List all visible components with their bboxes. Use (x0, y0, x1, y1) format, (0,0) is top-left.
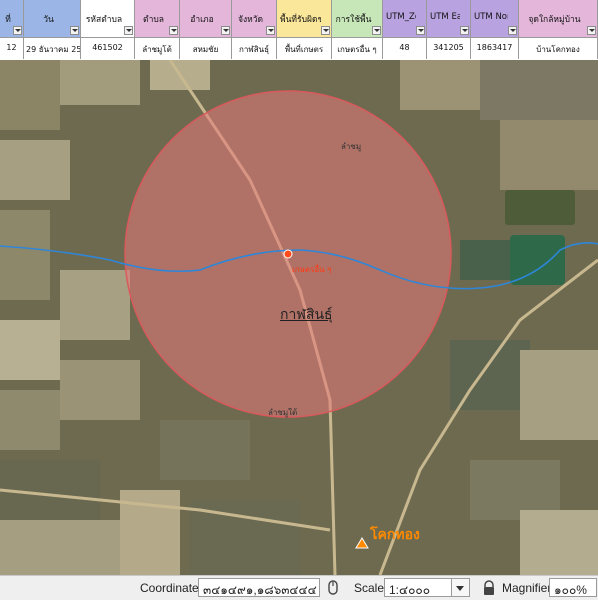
table-cell[interactable]: บ้านโคกทอง (519, 38, 598, 59)
village-label: โคกทอง (370, 527, 420, 543)
filter-dropdown-icon[interactable] (124, 26, 133, 35)
table-row[interactable]: 12 29 ธันวาคม 2568 461502 ลำชมูโต้ สหมชั… (0, 38, 598, 59)
header-cell[interactable]: UTM_Zone (383, 0, 427, 38)
filter-dropdown-icon[interactable] (169, 26, 178, 35)
header-label: จังหวัด (237, 15, 264, 25)
map-canvas[interactable]: เกษตรอื่น ๆ กาฬสินธุ์ ลำชมู ลำชมูใต้ โคก… (0, 60, 598, 575)
lock-icon[interactable] (481, 580, 497, 596)
filter-dropdown-icon[interactable] (321, 26, 330, 35)
cell-value: 48 (399, 43, 410, 52)
header-cell[interactable]: ที่ (0, 0, 24, 38)
header-label: รหัสตำบล (85, 15, 123, 25)
cell-value: สหมชัย (192, 45, 219, 54)
header-label: UTM East (430, 12, 460, 22)
cell-value: พื้นที่เกษตร (284, 45, 324, 54)
header-cell[interactable]: ตำบล (135, 0, 180, 38)
header-cell[interactable]: พื้นที่รับผิดชอบ (277, 0, 332, 38)
filter-dropdown-icon[interactable] (266, 26, 275, 35)
filter-dropdown-icon[interactable] (70, 26, 79, 35)
filter-dropdown-icon[interactable] (508, 26, 517, 35)
filter-dropdown-icon[interactable] (460, 26, 469, 35)
filter-dropdown-icon[interactable] (13, 26, 22, 35)
header-label: UTM North (474, 12, 508, 22)
table-cell[interactable]: เกษตรอื่น ๆ (332, 38, 383, 59)
cell-value: เกษตรอื่น ๆ (337, 45, 377, 54)
pond (510, 235, 565, 285)
header-cell[interactable]: UTM North (471, 0, 519, 38)
table-cell[interactable]: 29 ธันวาคม 2568 (24, 38, 81, 59)
province-label: กาฬสินธุ์ (280, 307, 333, 323)
header-label: วัน (43, 15, 54, 25)
mouse-icon[interactable] (325, 580, 341, 596)
filter-dropdown-icon[interactable] (416, 26, 425, 35)
table-cell[interactable]: พื้นที่เกษตร (277, 38, 332, 59)
coordinate-field[interactable]: ๓๔๑๔๙๑,๑๘๖๓๔๔๔ (198, 578, 320, 597)
header-label: การใช้พื้น (335, 15, 372, 25)
header-label: จุดใกล้หมู่บ้าน (528, 15, 581, 25)
table-cell[interactable]: ลำชมูโต้ (135, 38, 180, 59)
pond-north (505, 190, 575, 225)
cell-value: บ้านโคกทอง (536, 45, 580, 54)
scale-label: Scale (354, 581, 385, 595)
cell-value: 341205 (433, 43, 464, 52)
hotspot-marker[interactable] (283, 249, 293, 259)
cell-value: กาฬสินธุ์ (238, 45, 270, 54)
status-bar: Coordinate ๓๔๑๔๙๑,๑๘๖๓๔๔๔ Scale 1:๔๐๐๐ M… (0, 575, 598, 600)
header-label: ที่ (5, 15, 11, 25)
subdistrict-label-bottom: ลำชมูใต้ (268, 408, 298, 417)
header-cell[interactable]: อำเภอ (180, 0, 232, 38)
header-label: พื้นที่รับผิดชอบ (280, 15, 321, 25)
filter-dropdown-icon[interactable] (221, 26, 230, 35)
subdistrict-label-top: ลำชมู (341, 142, 362, 151)
filter-dropdown-icon[interactable] (587, 26, 596, 35)
header-cell[interactable]: จังหวัด (232, 0, 277, 38)
header-cell[interactable]: UTM East (427, 0, 471, 38)
cell-value: 29 ธันวาคม 2568 (26, 45, 81, 54)
table-cell[interactable]: 461502 (81, 38, 135, 59)
table-cell[interactable]: 341205 (427, 38, 471, 59)
filter-dropdown-icon[interactable] (372, 26, 381, 35)
hotspot-label: เกษตรอื่น ๆ (292, 265, 332, 274)
header-cell[interactable]: วัน (24, 0, 81, 38)
header-label: UTM_Zone (386, 12, 416, 22)
table-cell[interactable]: 1863417 (471, 38, 519, 59)
cell-value: ลำชมูโต้ (142, 45, 172, 54)
coordinate-label: Coordinate (140, 581, 199, 595)
header-cell[interactable]: การใช้พื้น (332, 0, 383, 38)
header-cell[interactable]: รหัสตำบล (81, 0, 135, 38)
cell-value: 461502 (92, 43, 123, 52)
magnifier-field[interactable]: ๑๐๐% (549, 578, 597, 597)
cell-value: 12 (6, 43, 17, 52)
attribute-table: ที่ วัน รหัสตำบล ตำบล อำเภอ จังหวัด พื้น… (0, 0, 598, 61)
table-header-row: ที่ วัน รหัสตำบล ตำบล อำเภอ จังหวัด พื้น… (0, 0, 598, 38)
table-cell[interactable]: สหมชัย (180, 38, 232, 59)
cell-value: 1863417 (476, 43, 513, 52)
table-cell[interactable]: 12 (0, 38, 24, 59)
header-cell[interactable]: จุดใกล้หมู่บ้าน (519, 0, 598, 38)
chevron-down-icon[interactable] (452, 578, 470, 597)
header-label: อำเภอ (190, 15, 214, 25)
magnifier-label: Magnifier (502, 581, 552, 595)
scale-combo[interactable]: 1:๔๐๐๐ (384, 578, 452, 597)
table-cell[interactable]: 48 (383, 38, 427, 59)
table-cell[interactable]: กาฬสินธุ์ (232, 38, 277, 59)
header-label: ตำบล (143, 15, 164, 25)
